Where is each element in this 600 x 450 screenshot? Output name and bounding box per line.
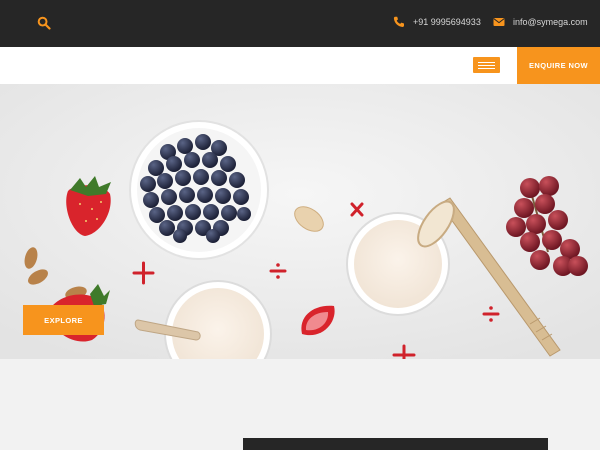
content-section [0,359,600,450]
phone-number[interactable]: +91 9995694933 [413,17,481,27]
envelope-icon [493,16,505,28]
email-address[interactable]: info@symega.com [513,17,588,27]
phone-contact[interactable]: +91 9995694933 [393,16,481,28]
dark-content-panel [243,438,548,450]
nav-bar [0,47,600,84]
phone-icon [393,16,405,28]
enquire-now-button[interactable]: ENQUIRE NOW [517,47,600,84]
blueberry-bowl [129,120,269,260]
search-icon[interactable] [37,16,51,30]
top-bar: +91 9995694933 info@symega.com [0,0,600,47]
email-contact[interactable]: info@symega.com [493,16,588,28]
explore-button[interactable]: EXPLORE [23,305,104,335]
hamburger-menu-icon[interactable] [473,57,500,73]
